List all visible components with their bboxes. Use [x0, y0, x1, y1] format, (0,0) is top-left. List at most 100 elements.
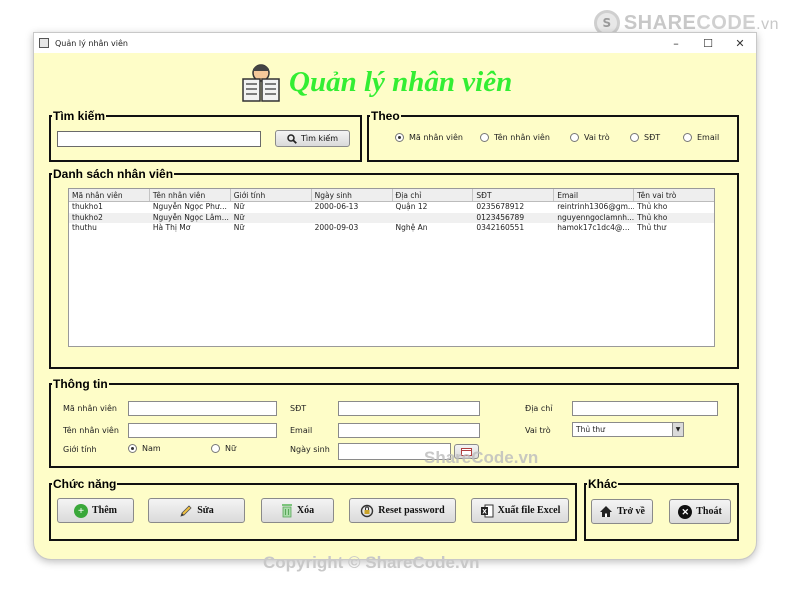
java-app-icon	[39, 38, 49, 48]
other-legend: Khác	[588, 477, 618, 491]
reset-password-button[interactable]: Reset password	[349, 498, 456, 523]
table-cell: thuthu	[72, 223, 97, 232]
table-row[interactable]: thukho2 Nguyễn Ngọc Lâm... Nữ 0123456789…	[69, 212, 714, 223]
ngay-sinh-label: Ngày sinh	[290, 445, 330, 454]
window-title: Quản lý nhân viên	[55, 38, 128, 48]
table-cell: Quận 12	[395, 202, 428, 211]
table-row[interactable]: thuthu Hà Thị Mơ Nữ 2000-09-03 Nghệ An 0…	[69, 223, 714, 234]
column-header[interactable]: Email	[554, 189, 635, 201]
info-legend: Thông tin	[53, 377, 108, 391]
column-header[interactable]: Ngày sinh	[312, 189, 393, 201]
search-input[interactable]	[57, 131, 261, 147]
employee-table[interactable]: Mã nhân viên Tên nhân viên Giới tính Ngà…	[68, 188, 715, 347]
column-header[interactable]: Địa chỉ	[393, 189, 474, 201]
reset-lock-icon	[361, 504, 374, 517]
table-cell: reintrinh1306@gm...	[557, 202, 635, 211]
ma-nv-label: Mã nhân viên	[63, 404, 117, 413]
close-button[interactable]: ✕	[724, 33, 756, 53]
list-legend: Danh sách nhân viên	[53, 167, 174, 181]
wm-tld: .vn	[756, 15, 779, 33]
export-button-label: Xuất file Excel	[497, 505, 561, 516]
table-row[interactable]: thukho1 Nguyễn Ngọc Phư... Nữ 2000-06-13…	[69, 202, 714, 213]
email-label: Email	[290, 426, 313, 435]
table-cell: Nữ	[233, 212, 245, 222]
ten-nv-field[interactable]	[128, 423, 277, 438]
table-cell: Thủ kho	[637, 212, 668, 222]
ma-nv-field[interactable]	[128, 401, 277, 416]
table-cell: thukho1	[72, 202, 103, 211]
window-controls: – ☐ ✕	[660, 33, 756, 53]
gender-radio-female[interactable]: Nữ	[211, 444, 236, 453]
filter-radio-ma-nv[interactable]: Mã nhân viên	[395, 133, 463, 142]
table-cell: Hà Thị Mơ	[152, 223, 191, 232]
edit-button[interactable]: Sửa	[148, 498, 245, 523]
wm-code: CODE	[696, 11, 757, 34]
table-cell: nguyenngoclamnh...	[557, 212, 635, 222]
delete-button-label: Xóa	[296, 505, 315, 516]
filter-legend: Theo	[371, 109, 400, 123]
gioi-tinh-label: Giới tính	[63, 445, 97, 454]
gender-radio-male[interactable]: Nam	[128, 444, 161, 453]
table-cell: Thủ kho	[637, 202, 668, 211]
add-button-label: Thêm	[92, 505, 117, 516]
vai-tro-select[interactable]: Thủ thư ▼	[572, 422, 684, 437]
table-cell: hamok17c1dc4@...	[557, 223, 630, 232]
minimize-button[interactable]: –	[660, 33, 692, 53]
chevron-down-icon: ▼	[672, 423, 683, 436]
search-button[interactable]: Tìm kiếm	[275, 130, 350, 147]
back-button[interactable]: Trở về	[591, 499, 653, 524]
vai-tro-selected: Thủ thư	[576, 425, 605, 434]
watermark-middle: ShareCode.vn	[424, 448, 539, 467]
radio-label: Email	[697, 133, 720, 142]
column-header[interactable]: Tên nhân viên	[150, 189, 231, 201]
sdt-field[interactable]	[338, 401, 480, 416]
radio-dot	[683, 133, 692, 142]
reset-button-label: Reset password	[378, 505, 445, 516]
table-cell: Nữ	[233, 202, 245, 211]
column-header[interactable]: Tên vai trò	[634, 189, 714, 201]
newspaper-reader-icon	[242, 64, 280, 102]
add-button[interactable]: + Thêm	[57, 498, 134, 523]
radio-label: Nam	[142, 444, 161, 453]
pencil-icon	[180, 504, 192, 517]
home-icon	[600, 506, 613, 517]
excel-icon: X	[480, 504, 494, 517]
filter-radio-ten-nv[interactable]: Tên nhân viên	[480, 133, 550, 142]
column-header[interactable]: Mã nhân viên	[69, 189, 150, 201]
radio-dot	[211, 444, 220, 453]
table-cell: Nguyễn Ngọc Lâm...	[152, 212, 229, 222]
app-header: Quản lý nhân viên	[241, 60, 512, 104]
exit-button-label: Thoát	[696, 506, 722, 517]
close-circle-icon: ✕	[678, 504, 693, 519]
column-header[interactable]: Giới tính	[231, 189, 312, 201]
dia-chi-field[interactable]	[572, 401, 718, 416]
functions-legend: Chức năng	[53, 477, 117, 491]
exit-button[interactable]: ✕ Thoát	[669, 499, 731, 524]
table-cell: 2000-09-03	[314, 223, 359, 232]
table-cell: Thủ thư	[637, 223, 667, 232]
watermark-copyright: Copyright © ShareCode.vn	[263, 553, 480, 572]
column-header[interactable]: SĐT	[473, 189, 555, 201]
table-cell: thukho2	[72, 212, 103, 222]
table-cell: 0235678912	[476, 202, 525, 211]
table-cell: Nữ	[233, 223, 245, 232]
search-legend: Tìm kiếm	[53, 109, 106, 123]
trash-icon	[281, 504, 292, 518]
magnifier-icon	[287, 133, 297, 144]
svg-text:X: X	[482, 508, 487, 515]
radio-dot	[630, 133, 639, 142]
table-cell: Nghệ An	[395, 223, 428, 232]
plus-icon: +	[74, 503, 88, 518]
delete-button[interactable]: Xóa	[261, 498, 334, 523]
maximize-button[interactable]: ☐	[692, 33, 724, 53]
export-excel-button[interactable]: X Xuất file Excel	[471, 498, 569, 523]
radio-dot	[395, 133, 404, 142]
radio-dot	[570, 133, 579, 142]
radio-label: SĐT	[644, 133, 661, 142]
title-bar[interactable]: Quản lý nhân viên – ☐ ✕	[34, 33, 756, 53]
filter-radio-vai-tro[interactable]: Vai trò	[570, 133, 610, 142]
filter-radio-email[interactable]: Email	[683, 133, 719, 142]
wm-share: SHARE	[623, 11, 697, 34]
email-field[interactable]	[338, 423, 480, 438]
filter-radio-sdt[interactable]: SĐT	[630, 133, 660, 142]
